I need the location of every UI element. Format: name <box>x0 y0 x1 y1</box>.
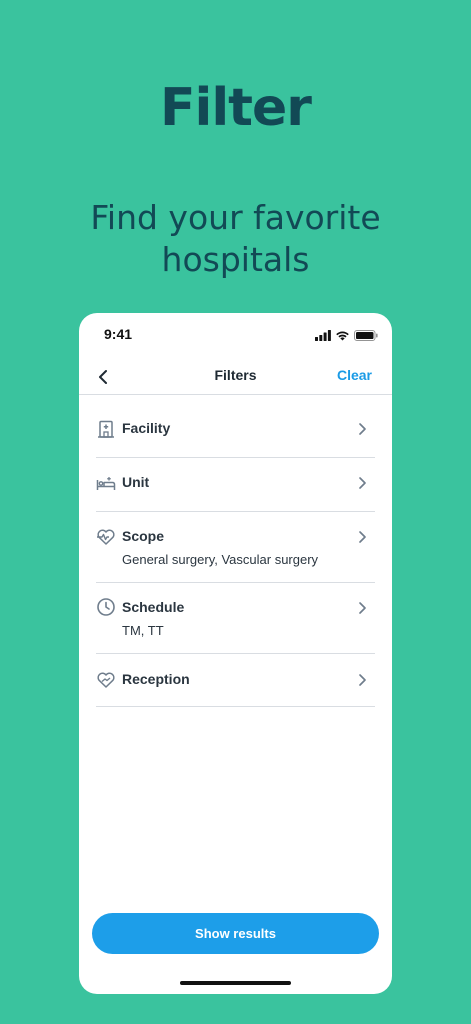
heart-hand-icon <box>96 670 116 690</box>
heart-pulse-icon <box>96 527 116 547</box>
navbar: Filters Clear <box>79 359 392 395</box>
home-indicator <box>180 981 291 985</box>
filter-value: TM, TT <box>122 623 164 638</box>
status-time: 9:41 <box>104 326 133 342</box>
chevron-right-icon <box>355 673 369 687</box>
filter-label: Reception <box>122 671 190 687</box>
chevron-right-icon <box>355 476 369 490</box>
status-icons <box>315 328 378 346</box>
show-results-button[interactable]: Show results <box>92 913 379 954</box>
filter-row-unit[interactable]: Unit <box>96 458 375 512</box>
filter-label: Schedule <box>122 599 185 615</box>
chevron-right-icon <box>355 601 369 615</box>
chevron-right-icon <box>355 422 369 436</box>
clock-icon <box>96 597 116 617</box>
wifi-icon <box>335 328 350 346</box>
filter-list: Facility Unit Scope General surgery, Vas… <box>96 404 375 707</box>
hero-subtitle: Find your favorite hospitals <box>90 198 381 279</box>
status-bar: 9:41 <box>79 313 392 357</box>
filter-row-reception[interactable]: Reception <box>96 654 375 707</box>
filter-row-schedule[interactable]: Schedule TM, TT <box>96 583 375 654</box>
filter-row-facility[interactable]: Facility <box>96 404 375 458</box>
clear-button[interactable]: Clear <box>337 367 372 383</box>
filter-label: Scope <box>122 528 165 544</box>
chevron-right-icon <box>355 530 369 544</box>
bed-icon <box>96 474 116 494</box>
hero-title: Filter <box>160 78 312 138</box>
filter-label: Unit <box>122 474 150 490</box>
filter-label: Facility <box>122 420 171 436</box>
battery-icon <box>354 328 378 346</box>
hospital-icon <box>96 419 116 439</box>
signal-icon <box>315 328 331 346</box>
filter-value: General surgery, Vascular surgery <box>122 552 319 567</box>
phone-screen: 9:41 Filters Clear Facility Unit Scope G… <box>79 313 392 994</box>
filter-row-scope[interactable]: Scope General surgery, Vascular surgery <box>96 512 375 583</box>
